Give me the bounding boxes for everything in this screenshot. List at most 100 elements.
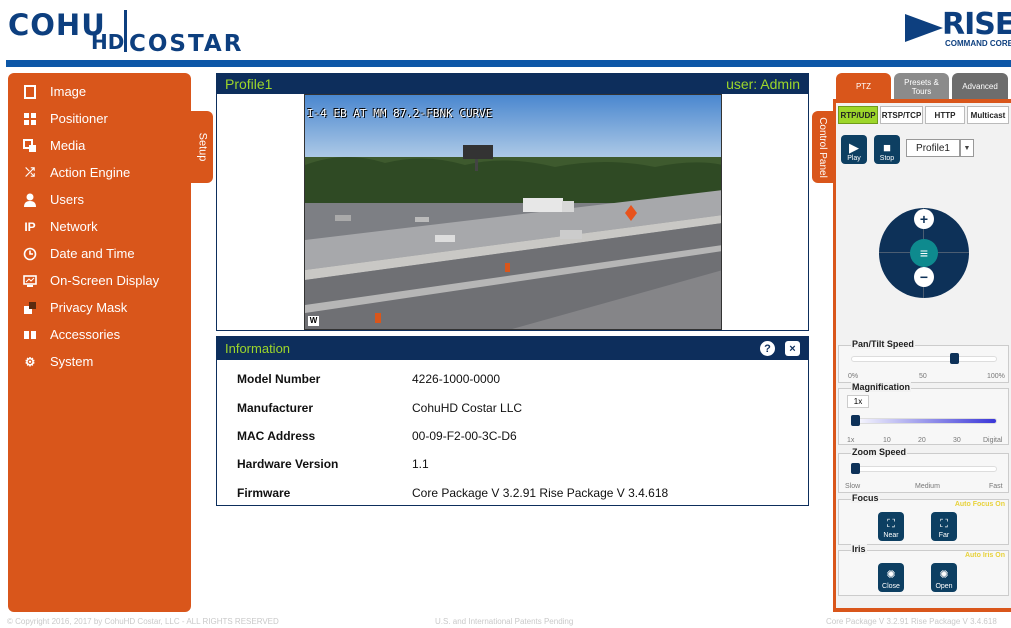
setup-tab-label: Setup bbox=[196, 132, 208, 162]
iris-close-button[interactable]: ✺ Close bbox=[878, 563, 904, 592]
camera-video-feed[interactable]: I-4 EB AT MM 87.2-FBNK CURVE W bbox=[304, 94, 722, 330]
info-value: Core Package V 3.2.91 Rise Package V 3.4… bbox=[412, 486, 669, 500]
sidebar-item-accessories[interactable]: Accessories bbox=[8, 321, 191, 348]
chevron-down-icon[interactable]: ▼ bbox=[960, 139, 974, 157]
protocol-rtsp-tcp-button[interactable]: RTSP/TCP bbox=[880, 106, 923, 124]
info-row-manufacturer: Manufacturer CohuHD Costar LLC bbox=[237, 398, 797, 418]
information-panel: Information ? × Model Number 4226-1000-0… bbox=[216, 336, 809, 506]
sidebar-item-label: On-Screen Display bbox=[50, 273, 160, 288]
magnification-tooltip: 1x bbox=[847, 395, 869, 408]
stop-button[interactable]: ■ Stop bbox=[874, 135, 900, 164]
sidebar-item-media[interactable]: Media bbox=[8, 132, 191, 159]
sidebar-item-network[interactable]: IP Network bbox=[8, 213, 191, 240]
focus-near-label: Near bbox=[883, 532, 899, 539]
scale-label: 100% bbox=[987, 373, 1005, 380]
sidebar-item-osd[interactable]: On-Screen Display bbox=[8, 267, 191, 294]
positioner-icon bbox=[22, 111, 38, 127]
protocol-rtp-udp-button[interactable]: RTP/UDP bbox=[838, 106, 878, 124]
gear-icon: ⚙ bbox=[24, 354, 36, 369]
camera-caption-overlay: I-4 EB AT MM 87.2-FBNK CURVE bbox=[307, 107, 493, 120]
info-key: Model Number bbox=[237, 372, 321, 386]
focus-far-button[interactable]: ⛶ Far bbox=[931, 512, 957, 541]
pan-tilt-slider-thumb[interactable] bbox=[949, 353, 959, 364]
info-row-mac: MAC Address 00-09-F2-00-3C-D6 bbox=[237, 426, 797, 446]
pan-tilt-slider[interactable] bbox=[851, 356, 997, 362]
zoom-in-icon[interactable]: + bbox=[914, 209, 934, 229]
magnification-box: Magnification 1x 1x 10 20 30 Digital bbox=[838, 382, 1009, 445]
auto-focus-label: Auto Focus On bbox=[954, 501, 1005, 508]
zoom-speed-box: Zoom Speed Slow Medium Fast bbox=[838, 447, 1009, 493]
pan-tilt-speed-box: Pan/Tilt Speed 0% 50 100% bbox=[838, 339, 1009, 383]
user-icon bbox=[22, 192, 38, 208]
zoom-speed-slider-thumb[interactable] bbox=[851, 463, 860, 474]
tab-ptz-label: PTZ bbox=[855, 82, 872, 91]
scale-label: 50 bbox=[919, 373, 927, 380]
sidebar-item-image[interactable]: Image bbox=[8, 78, 191, 105]
ptz-menu-icon[interactable]: ≡ bbox=[910, 239, 938, 267]
sidebar-item-label: Accessories bbox=[50, 327, 121, 342]
protocol-http-button[interactable]: HTTP bbox=[925, 106, 965, 124]
tab-presets-tours[interactable]: Presets & Tours bbox=[894, 73, 949, 100]
sidebar-item-label: Image bbox=[50, 84, 87, 99]
info-value: 00-09-F2-00-3C-D6 bbox=[412, 429, 517, 443]
sidebar-item-users[interactable]: Users bbox=[8, 186, 191, 213]
header-rule bbox=[6, 60, 1011, 67]
profile-select[interactable]: Profile1 bbox=[906, 139, 960, 157]
sidebar-item-privacy-mask[interactable]: Privacy Mask bbox=[8, 294, 191, 321]
focus-box: Focus Auto Focus On ⛶ Near ⛶ Far bbox=[838, 493, 1009, 545]
focus-far-icon: ⛶ bbox=[940, 518, 948, 530]
iris-close-icon: ✺ bbox=[886, 569, 896, 581]
zoom-speed-slider[interactable] bbox=[851, 466, 997, 472]
rise-arrow-icon bbox=[905, 14, 943, 42]
video-panel: Profile1 user: Admin I-4 EB AT MM 87.2-F… bbox=[216, 73, 809, 331]
scale-label: Slow bbox=[845, 483, 861, 490]
scale-label: Digital bbox=[983, 437, 1003, 444]
stop-label: Stop bbox=[879, 155, 895, 162]
setup-tab[interactable]: Setup bbox=[191, 111, 213, 183]
tab-presets-label: Presets & Tours bbox=[904, 77, 939, 96]
magnification-slider[interactable] bbox=[851, 418, 997, 424]
sidebar-item-positioner[interactable]: Positioner bbox=[8, 105, 191, 132]
logo-costar-text: COSTAR bbox=[129, 31, 244, 57]
control-panel-tab[interactable]: Control Panel bbox=[812, 111, 833, 183]
play-button[interactable]: ▶ Play bbox=[841, 135, 867, 164]
tab-advanced-label: Advanced bbox=[962, 82, 998, 91]
tab-advanced[interactable]: Advanced bbox=[952, 73, 1008, 100]
zoom-out-icon[interactable]: − bbox=[914, 267, 934, 287]
information-title: Information bbox=[225, 341, 291, 356]
iris-title: Iris bbox=[851, 544, 867, 554]
focus-near-button[interactable]: ⛶ Near bbox=[878, 512, 904, 541]
current-user-label: user: Admin bbox=[726, 76, 800, 92]
magnification-slider-thumb[interactable] bbox=[851, 415, 860, 426]
sidebar-item-system[interactable]: ⚙ System bbox=[8, 348, 191, 375]
help-button[interactable]: ? bbox=[760, 341, 775, 356]
iris-box: Iris Auto Iris On ✺ Close ✺ Open bbox=[838, 544, 1009, 596]
info-key: Manufacturer bbox=[237, 401, 314, 415]
iris-open-icon: ✺ bbox=[939, 569, 949, 581]
logo-divider bbox=[124, 10, 127, 52]
scale-label: 20 bbox=[918, 437, 926, 444]
info-value: 1.1 bbox=[412, 457, 429, 471]
info-key: Firmware bbox=[237, 486, 291, 500]
iris-open-button[interactable]: ✺ Open bbox=[931, 563, 957, 592]
monitor-icon bbox=[22, 273, 38, 289]
tab-ptz[interactable]: PTZ bbox=[836, 73, 891, 100]
sidebar-item-date-time[interactable]: Date and Time bbox=[8, 240, 191, 267]
close-button[interactable]: × bbox=[785, 341, 800, 356]
shuffle-icon: ⤮ bbox=[25, 165, 35, 179]
pan-tilt-title: Pan/Tilt Speed bbox=[851, 339, 915, 349]
protocol-multicast-button[interactable]: Multicast bbox=[967, 106, 1009, 124]
footer-version: Core Package V 3.2.91 Rise Package V 3.4… bbox=[826, 617, 997, 626]
media-icon bbox=[22, 138, 38, 154]
scale-label: 1x bbox=[847, 437, 855, 444]
iris-open-label: Open bbox=[935, 583, 953, 590]
clock-icon bbox=[22, 246, 38, 262]
info-row-hardware: Hardware Version 1.1 bbox=[237, 454, 797, 474]
image-icon bbox=[22, 84, 38, 100]
info-row-firmware: Firmware Core Package V 3.2.91 Rise Pack… bbox=[237, 483, 797, 503]
sidebar-item-action-engine[interactable]: ⤮ Action Engine bbox=[8, 159, 191, 186]
sidebar-item-label: System bbox=[50, 354, 94, 369]
control-panel-tab-label: Control Panel bbox=[817, 116, 828, 178]
accessories-icon bbox=[22, 327, 38, 343]
camera-scene-image bbox=[305, 95, 721, 329]
